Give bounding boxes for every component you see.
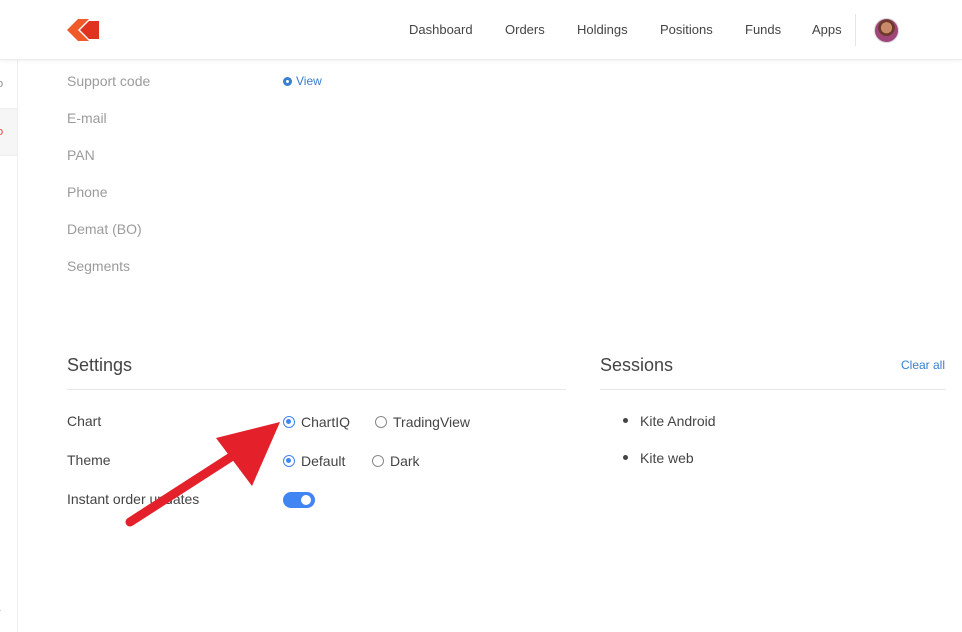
sessions-title: Sessions <box>600 355 674 375</box>
view-link-label: View <box>296 74 322 88</box>
clear-all-sessions-link[interactable]: Clear all <box>901 358 945 372</box>
user-avatar[interactable] <box>874 18 899 43</box>
settings-divider <box>67 389 566 390</box>
chart-option-tradingview[interactable]: TradingView <box>375 414 470 430</box>
theme-setting-label: Theme <box>67 452 111 468</box>
support-code-view-link[interactable]: View <box>283 74 322 88</box>
profile-label-support-code: Support code <box>67 73 151 89</box>
profile-label-phone: Phone <box>67 184 108 200</box>
nav-positions[interactable]: Positions <box>660 22 713 37</box>
theme-option-dark[interactable]: Dark <box>372 453 420 469</box>
nav-divider <box>855 14 856 46</box>
top-header: Dashboard Orders Holdings Positions Fund… <box>0 0 962 60</box>
nav-dashboard[interactable]: Dashboard <box>409 22 473 37</box>
bullet-icon <box>623 417 628 423</box>
theme-option-dark-label: Dark <box>390 453 420 469</box>
session-name: Kite Android <box>640 413 716 429</box>
chart-option-tradingview-label: TradingView <box>393 414 471 430</box>
session-list-item: Kite web <box>623 450 694 466</box>
annotation-arrow-icon <box>125 422 280 527</box>
bullet-icon <box>623 454 628 460</box>
nav-orders[interactable]: Orders <box>505 22 545 37</box>
nav-apps[interactable]: Apps <box>812 22 842 37</box>
left-sidebar-glyph: o <box>0 126 4 138</box>
nav-funds[interactable]: Funds <box>745 22 781 37</box>
left-sidebar-strip: o o } <box>0 60 18 632</box>
profile-label-email: E-mail <box>67 110 107 126</box>
profile-label-pan: PAN <box>67 147 95 163</box>
settings-title: Settings <box>67 355 133 375</box>
profile-label-segments: Segments <box>67 258 131 274</box>
left-sidebar-glyph: } <box>0 604 1 616</box>
profile-label-demat: Demat (BO) <box>67 221 142 237</box>
chart-setting-label: Chart <box>67 413 102 429</box>
radio-unselected-icon[interactable] <box>375 416 387 428</box>
eye-icon <box>283 76 292 86</box>
left-sidebar-glyph: o <box>0 78 4 90</box>
session-name: Kite web <box>640 450 694 466</box>
kite-logo-icon[interactable] <box>67 19 99 41</box>
sessions-divider <box>600 389 946 390</box>
nav-holdings[interactable]: Holdings <box>577 22 628 37</box>
radio-unselected-icon[interactable] <box>372 455 384 467</box>
session-list-item: Kite Android <box>623 413 716 429</box>
